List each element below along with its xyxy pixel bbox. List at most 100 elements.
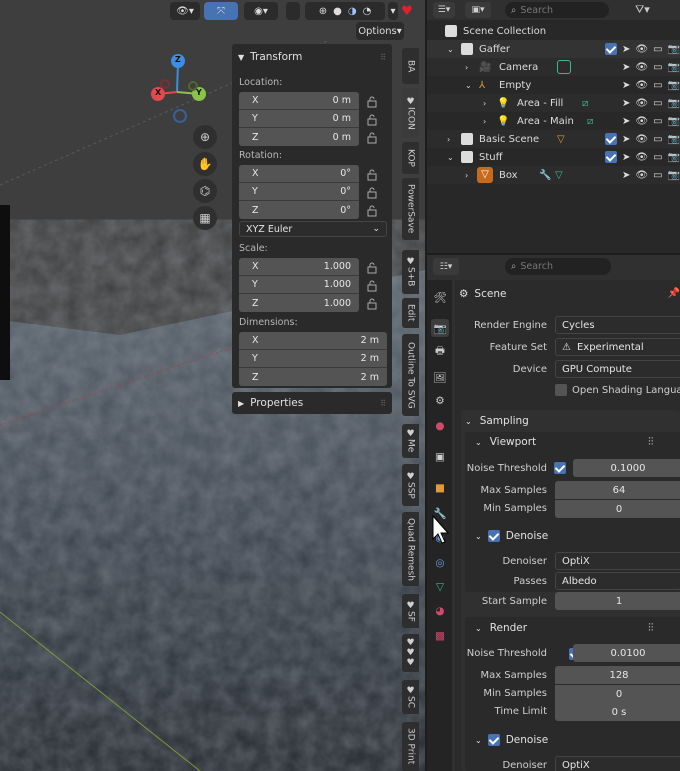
editor-type-button[interactable]: ☷▾: [433, 258, 459, 275]
chevron-right-icon[interactable]: ›: [465, 63, 468, 72]
monitor-icon[interactable]: ▭: [653, 98, 662, 109]
camera-icon[interactable]: 📷: [668, 62, 680, 73]
r-denoiser-dropdown[interactable]: OptiX: [555, 756, 680, 771]
monitor-icon[interactable]: ▭: [653, 80, 662, 91]
tab-sf[interactable]: ♥SF: [402, 594, 419, 628]
camera-icon[interactable]: 📷: [668, 98, 680, 109]
camera-icon[interactable]: 📷: [668, 116, 680, 127]
select-icon[interactable]: ➤: [622, 170, 630, 181]
exclude-checkbox[interactable]: [605, 43, 617, 55]
dimensions-x-field[interactable]: X2 m: [239, 332, 387, 350]
chevron-down-icon[interactable]: ⌄: [447, 45, 454, 54]
vp-denoiser-dropdown[interactable]: OptiX: [555, 552, 680, 570]
zoom-button[interactable]: ⊕: [193, 125, 217, 149]
monitor-icon[interactable]: ▭: [653, 116, 662, 127]
r-min-field[interactable]: 0: [555, 685, 680, 703]
lock-icon[interactable]: [366, 280, 380, 292]
tab-mesh-data[interactable]: ▽: [431, 578, 449, 596]
vp-noise-field[interactable]: 0.1000: [573, 459, 680, 477]
rotation-z-field[interactable]: Z 0°: [239, 201, 359, 219]
shading-dropdown[interactable]: ▾: [388, 2, 398, 20]
r-max-field[interactable]: 128: [555, 666, 680, 684]
lock-icon[interactable]: [366, 169, 380, 181]
outliner-item-empty[interactable]: ⌄ ⅄ Empty ➤ 👁 ▭ 📷: [427, 76, 680, 94]
r-noise-field[interactable]: 0.0100: [573, 644, 680, 662]
monitor-icon[interactable]: ▭: [653, 134, 662, 145]
tab-view-layer[interactable]: 🖼: [431, 368, 449, 386]
lock-icon[interactable]: [366, 114, 380, 126]
monitor-icon[interactable]: ▭: [653, 170, 662, 181]
tab-output[interactable]: 🖶: [431, 343, 449, 361]
chevron-down-icon[interactable]: ⌄: [447, 153, 454, 162]
rotation-mode-dropdown[interactable]: XYZ Euler ⌄: [239, 221, 387, 237]
tab-physics[interactable]: ◎: [431, 554, 449, 572]
lock-icon[interactable]: [366, 96, 380, 108]
select-icon[interactable]: ➤: [622, 62, 630, 73]
monitor-icon[interactable]: ▭: [653, 62, 662, 73]
dimensions-y-field[interactable]: Y2 m: [239, 350, 387, 368]
eye-icon[interactable]: 👁: [635, 116, 648, 127]
chevron-right-icon[interactable]: ›: [447, 135, 450, 144]
r-time-field[interactable]: 0 s: [555, 703, 680, 721]
camera-icon[interactable]: 📷: [668, 134, 680, 145]
tab-render[interactable]: 📷: [431, 319, 449, 337]
tab-material[interactable]: ◕: [431, 602, 449, 620]
select-icon[interactable]: ➤: [622, 80, 630, 91]
pin-icon[interactable]: 📌: [668, 288, 680, 299]
xray-toggle[interactable]: [286, 2, 300, 20]
outliner-search-input[interactable]: ⌕ Search: [505, 2, 609, 18]
eye-icon[interactable]: 👁: [635, 152, 648, 163]
vp-start-field[interactable]: 1: [555, 592, 680, 610]
eye-icon[interactable]: 👁: [635, 62, 648, 73]
tab-ssp[interactable]: ♥SSP: [402, 464, 419, 506]
viewport-subheader[interactable]: ⌄ Viewport: [475, 432, 536, 452]
editor-type-button[interactable]: ☰▾: [433, 2, 455, 18]
rotation-x-field[interactable]: X 0°: [239, 165, 359, 183]
outliner-item-basic-scene[interactable]: › Basic Scene ▽ ➤ 👁 ▭ 📷: [427, 130, 680, 148]
camera-icon[interactable]: 📷: [668, 170, 680, 181]
outliner-item-stuff[interactable]: ⌄ Stuff ➤ 👁 ▭ 📷: [427, 148, 680, 166]
tab-3d-print[interactable]: 3D Print: [402, 722, 419, 771]
camera-data-icon[interactable]: [557, 60, 571, 74]
lock-icon[interactable]: [366, 132, 380, 144]
mesh-data-icon[interactable]: ▽: [555, 170, 563, 181]
tab-texture[interactable]: ▩: [431, 627, 449, 645]
vp-max-field[interactable]: 64: [555, 481, 680, 499]
gizmo-toggle[interactable]: ⤧: [204, 2, 238, 20]
tab-tool[interactable]: 🛠: [431, 288, 449, 306]
outliner-item-camera[interactable]: › 🎥 Camera ➤ 👁 ▭ 📷: [427, 58, 680, 76]
camera-icon[interactable]: 📷: [668, 80, 680, 91]
light-data-icon[interactable]: ⧄: [587, 116, 593, 127]
modifier-wrench-icon[interactable]: 🔧: [539, 170, 551, 181]
osl-checkbox-row[interactable]: Open Shading Language: [555, 384, 680, 396]
options-button[interactable]: Options ▾: [356, 22, 404, 40]
vp-passes-dropdown[interactable]: Albedo: [555, 572, 680, 590]
heart-icon[interactable]: ♥: [398, 2, 416, 20]
drag-handle-icon[interactable]: ⠿: [380, 399, 386, 408]
chevron-down-icon[interactable]: ⌄: [465, 81, 472, 90]
chevron-right-icon[interactable]: ›: [465, 171, 468, 180]
solid-shading-icon[interactable]: ●: [333, 6, 342, 17]
properties-search-input[interactable]: ⌕ Search: [505, 258, 611, 275]
overlay-toggle[interactable]: ◉ ▾: [244, 2, 278, 20]
camera-icon[interactable]: 📷: [668, 152, 680, 163]
tab-me[interactable]: ♥Me: [402, 424, 419, 458]
monitor-icon[interactable]: ▭: [653, 152, 662, 163]
camera-view-button[interactable]: ⌬: [193, 179, 217, 203]
lock-icon[interactable]: [366, 262, 380, 274]
tab-powersave[interactable]: PowerSave: [402, 178, 419, 240]
chevron-right-icon[interactable]: ›: [483, 117, 486, 126]
lock-icon[interactable]: [366, 298, 380, 310]
scale-z-field[interactable]: Z 1.000: [239, 294, 359, 312]
display-mode-button[interactable]: ▣▾: [465, 2, 491, 18]
select-icon[interactable]: ➤: [622, 44, 630, 55]
tab-outline-to-svg[interactable]: Outline To SVG: [402, 334, 419, 416]
ortho-toggle-button[interactable]: ▦: [193, 206, 217, 230]
rendered-shading-icon[interactable]: ◔: [363, 6, 372, 17]
eye-icon[interactable]: 👁: [635, 134, 648, 145]
material-shading-icon[interactable]: ◑: [348, 6, 357, 17]
eye-icon[interactable]: 👁: [635, 44, 648, 55]
tab-sc[interactable]: ♥SC: [402, 680, 419, 714]
visibility-toggle[interactable]: 👁 ▾: [170, 2, 200, 20]
osl-checkbox[interactable]: [555, 384, 567, 396]
